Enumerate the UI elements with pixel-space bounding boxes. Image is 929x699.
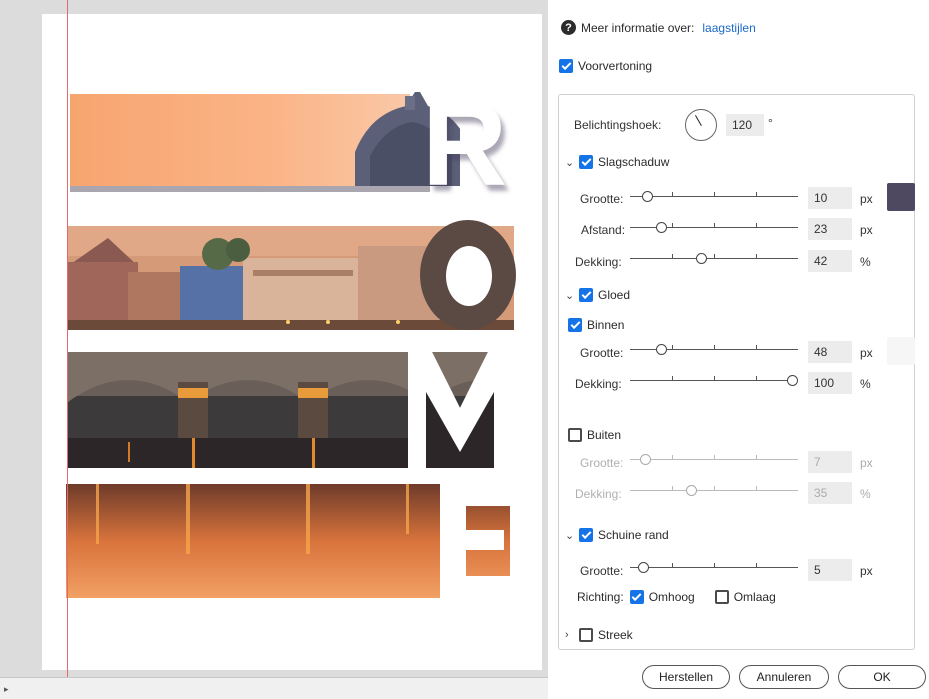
letter-m-cut — [408, 352, 512, 468]
bevel-header[interactable]: ⌄ Schuine rand — [565, 528, 669, 542]
outer-opacity-slider — [630, 485, 798, 497]
shadow-size-label: Grootte: — [580, 192, 624, 206]
outer-opacity-unit: % — [860, 487, 871, 501]
inner-opacity-unit: % — [860, 377, 871, 391]
artboard: R — [42, 14, 542, 670]
letter-r: R — [422, 79, 508, 211]
direction-down-label: Omlaag — [733, 590, 776, 604]
cancel-button[interactable]: Annuleren — [739, 665, 829, 689]
outer-size-slider — [630, 454, 798, 466]
glow-title: Gloed — [598, 288, 631, 302]
outer-glow-label: Buiten — [587, 428, 622, 442]
inner-opacity-label: Dekking: — [575, 377, 622, 391]
shadow-opacity-slider[interactable] — [630, 253, 798, 265]
rome-r-band-image — [70, 92, 460, 198]
slider-knob[interactable] — [696, 253, 707, 264]
drop-shadow-checkbox[interactable] — [579, 155, 593, 169]
ok-button[interactable]: OK — [838, 665, 926, 689]
expand-arrow-icon[interactable]: ▸ — [4, 684, 9, 695]
bevel-size-input[interactable]: 5 — [808, 559, 852, 581]
letter-e-cut — [440, 484, 510, 598]
bevel-direction-row: Richting: Omhoog Omlaag — [577, 590, 776, 604]
slider-knob[interactable] — [642, 191, 653, 202]
chevron-down-icon[interactable]: ⌄ — [565, 156, 577, 169]
letter-e-shape — [440, 484, 510, 598]
drop-shadow-title: Slagschaduw — [598, 155, 670, 169]
slider-knob[interactable] — [656, 222, 667, 233]
outer-glow-toggle[interactable]: Buiten — [568, 428, 621, 442]
stroke-checkbox[interactable] — [579, 628, 593, 642]
preview-toggle[interactable]: Voorvertoning — [559, 59, 652, 73]
preview-checkbox[interactable] — [559, 59, 573, 73]
info-label: Meer informatie over: — [581, 20, 695, 35]
outer-glow-checkbox[interactable] — [568, 428, 582, 442]
slider-knob — [686, 485, 697, 496]
glow-checkbox[interactable] — [579, 288, 593, 302]
status-bar: ▸ — [0, 677, 548, 699]
inner-glow-color-swatch[interactable] — [887, 337, 915, 365]
slider-knob — [640, 454, 651, 465]
reset-button[interactable]: Herstellen — [642, 665, 730, 689]
bevel-size-unit: px — [860, 564, 873, 578]
bevel-checkbox[interactable] — [579, 528, 593, 542]
chevron-right-icon[interactable]: › — [565, 629, 577, 641]
stroke-title: Streek — [598, 628, 633, 642]
angle-label: Belichtingshoek: — [574, 118, 662, 132]
outer-size-input: 7 — [808, 451, 852, 473]
preview-label: Voorvertoning — [578, 59, 653, 73]
bevel-title: Schuine rand — [598, 528, 669, 542]
drop-shadow-header[interactable]: ⌄ Slagschaduw — [565, 155, 669, 169]
shadow-distance-label: Afstand: — [581, 223, 626, 237]
question-icon: ? — [561, 20, 576, 35]
bevel-size-slider[interactable] — [630, 562, 798, 574]
outer-opacity-label: Dekking: — [575, 487, 622, 501]
glow-header[interactable]: ⌄ Gloed — [565, 288, 630, 302]
inner-opacity-input[interactable]: 100 — [808, 372, 852, 394]
inner-size-unit: px — [860, 346, 873, 360]
shadow-size-slider[interactable] — [630, 191, 798, 203]
letter-m-shape — [408, 352, 512, 468]
inner-opacity-slider[interactable] — [630, 375, 798, 387]
letter-o-hole — [446, 246, 492, 306]
shadow-size-unit: px — [860, 192, 873, 206]
inner-size-label: Grootte: — [580, 346, 624, 360]
slider-knob[interactable] — [656, 344, 667, 355]
document-canvas[interactable]: R ▸ — [0, 0, 548, 699]
angle-dial[interactable] — [685, 109, 717, 141]
sky-dome-photo — [70, 92, 460, 198]
direction-label: Richting: — [577, 590, 624, 604]
info-row: ? Meer informatie over: laagstijlen — [561, 20, 756, 35]
angle-unit: ° — [768, 116, 773, 130]
stroke-header[interactable]: › Streek — [565, 628, 633, 642]
chevron-down-icon[interactable]: ⌄ — [565, 289, 577, 302]
outer-size-unit: px — [860, 456, 873, 470]
direction-up-checkbox[interactable] — [629, 590, 644, 604]
inner-size-slider[interactable] — [630, 344, 798, 356]
shadow-opacity-input[interactable]: 42 — [808, 250, 852, 272]
shadow-distance-slider[interactable] — [630, 222, 798, 234]
angle-input[interactable]: 120 — [726, 114, 764, 136]
outer-opacity-input: 35 — [808, 482, 852, 504]
inner-glow-toggle[interactable]: Binnen — [568, 318, 624, 332]
direction-up-label: Omhoog — [648, 590, 695, 604]
inner-glow-checkbox[interactable] — [568, 318, 582, 332]
inner-size-input[interactable]: 48 — [808, 341, 852, 363]
slider-knob[interactable] — [787, 375, 798, 386]
chevron-down-icon[interactable]: ⌄ — [565, 529, 577, 542]
shadow-size-input[interactable]: 10 — [808, 187, 852, 209]
outer-size-label: Grootte: — [580, 456, 624, 470]
slider-knob[interactable] — [638, 562, 649, 573]
inner-glow-label: Binnen — [587, 318, 625, 332]
shadow-distance-input[interactable]: 23 — [808, 218, 852, 240]
bevel-size-label: Grootte: — [580, 564, 624, 578]
shadow-opacity-label: Dekking: — [575, 255, 622, 269]
info-link[interactable]: laagstijlen — [702, 21, 755, 35]
vertical-guide-line[interactable] — [67, 0, 68, 699]
shadow-distance-unit: px — [860, 223, 873, 237]
shadow-opacity-unit: % — [860, 255, 871, 269]
shadow-color-swatch[interactable] — [887, 183, 915, 211]
direction-down-checkbox[interactable] — [714, 590, 729, 604]
